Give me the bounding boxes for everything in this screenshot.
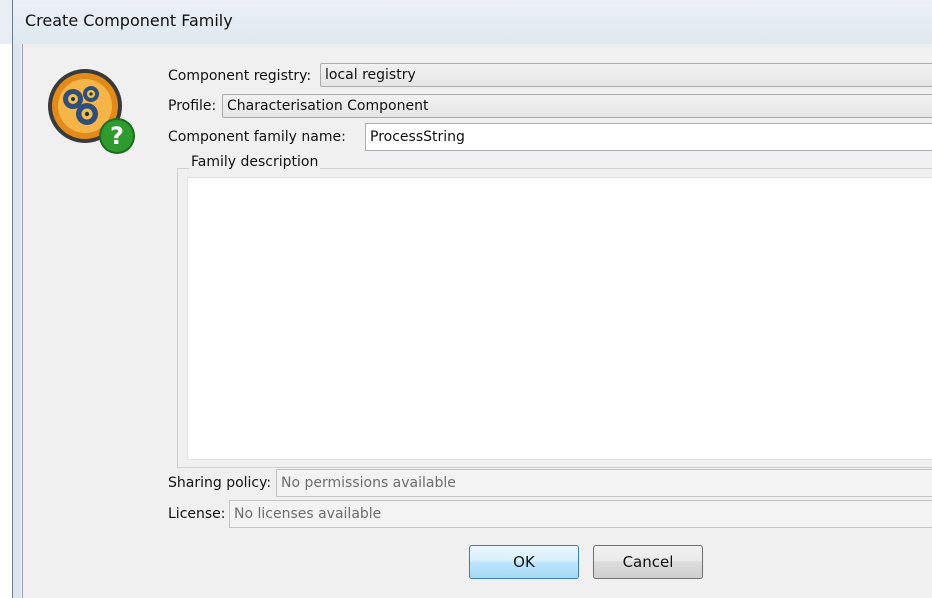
profile-label: Profile: xyxy=(168,98,217,114)
dialog-title-bar[interactable]: Create Component Family xyxy=(13,0,932,44)
ok-button[interactable]: OK xyxy=(469,545,579,579)
family-name-label: Component family name: xyxy=(168,129,346,145)
component-family-help-icon: ? xyxy=(48,69,135,154)
svg-text:?: ? xyxy=(110,122,124,150)
create-component-family-dialog: Create Component Family ? Component regi… xyxy=(12,0,932,598)
family-name-input[interactable]: ProcessString xyxy=(365,123,932,151)
window-frame-left xyxy=(13,44,21,598)
registry-label: Component registry: xyxy=(168,68,312,84)
dialog-content: ? Component registry: local registry Pro… xyxy=(22,44,932,598)
sharing-policy-label: Sharing policy: xyxy=(168,475,272,491)
registry-select[interactable]: local registry xyxy=(320,63,932,87)
license-label: License: xyxy=(168,506,226,522)
profile-select[interactable]: Characterisation Component xyxy=(222,94,932,118)
description-textarea[interactable] xyxy=(187,177,932,460)
dialog-title: Create Component Family xyxy=(25,11,233,30)
sharing-policy-field: No permissions available xyxy=(276,469,932,497)
license-field: No licenses available xyxy=(229,500,932,528)
description-legend: Family description xyxy=(189,154,321,170)
cancel-button[interactable]: Cancel xyxy=(593,545,703,579)
